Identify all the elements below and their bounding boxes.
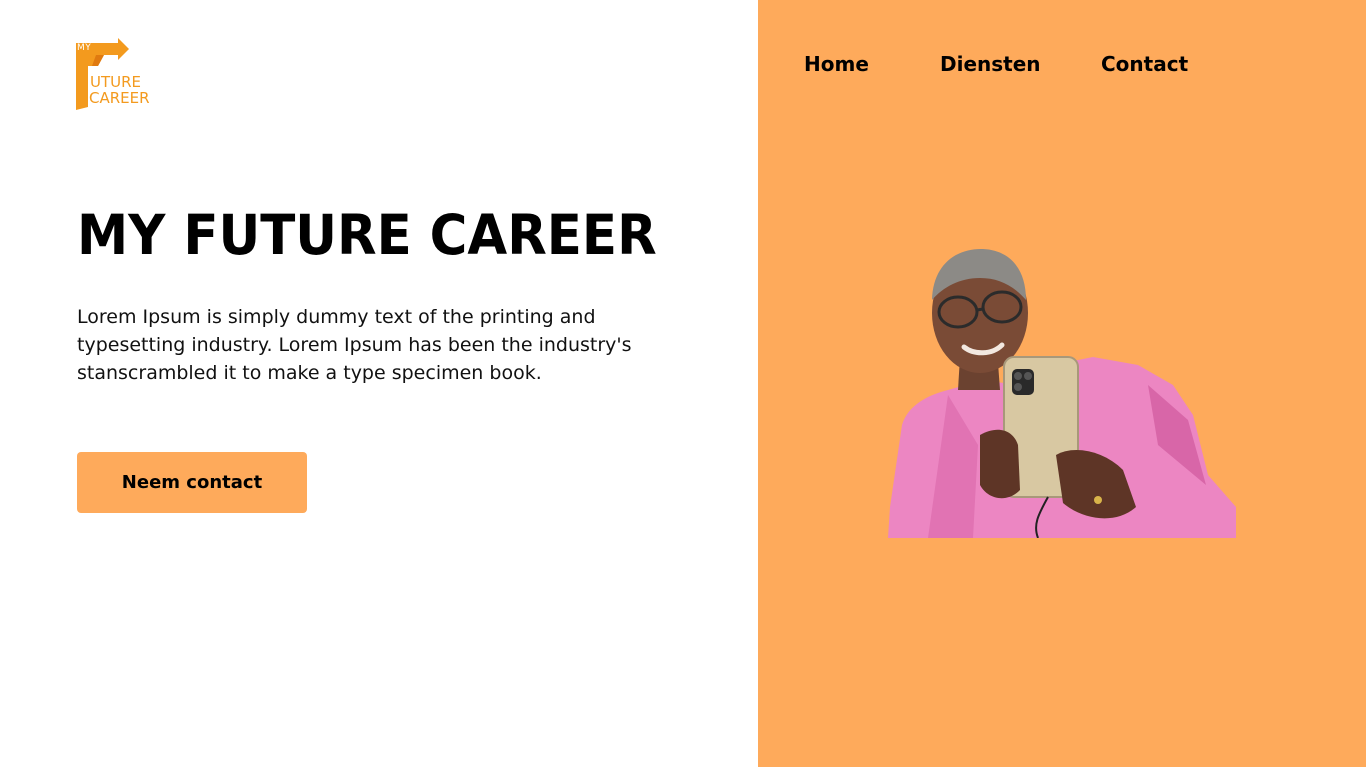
nav-item-diensten[interactable]: Diensten [940,50,1041,78]
phone-lens-3 [1014,383,1022,391]
phone-lens-1 [1014,372,1022,380]
logo[interactable]: MY UTURE CAREER [76,38,166,110]
hero-title: MY FUTURE CAREER [77,203,657,267]
phone-lens-2 [1024,372,1032,380]
logo-my-text: MY [77,43,92,53]
left-hand-shape [980,429,1020,499]
hero-photo [888,248,1236,538]
phone-camera-block [1012,369,1034,395]
left-panel: MY UTURE CAREER MY FUTURE CAREER Lorem I… [0,0,758,768]
hero-description: Lorem Ipsum is simply dummy text of the … [77,306,632,384]
page: MY UTURE CAREER MY FUTURE CAREER Lorem I… [0,0,1366,768]
nav-item-contact[interactable]: Contact [1101,50,1188,78]
contact-button[interactable]: Neem contact [77,452,307,513]
glasses-bridge [976,307,984,312]
logo-career-text: CAREER [89,89,150,107]
nav-item-home[interactable]: Home [804,50,869,78]
ring-shape [1094,496,1102,504]
logo-future-text: UTURE [90,73,142,91]
